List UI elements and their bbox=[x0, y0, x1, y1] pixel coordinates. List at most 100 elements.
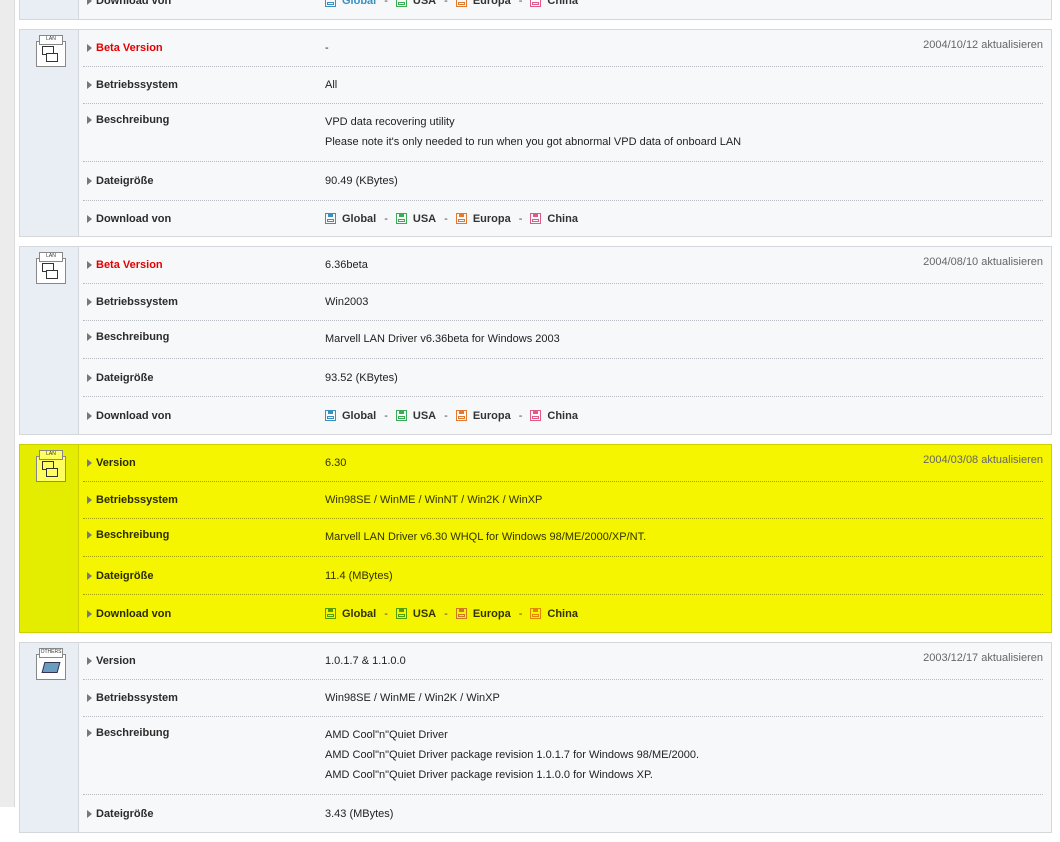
separator: - bbox=[384, 607, 388, 620]
floppy-icon bbox=[395, 608, 407, 619]
floppy-icon bbox=[530, 0, 542, 7]
description-line: AMD Cool"n"Quiet Driver package revision… bbox=[325, 749, 700, 761]
separator: - bbox=[384, 409, 388, 422]
os-row: Betriebssystem All bbox=[83, 67, 1043, 104]
separator: - bbox=[518, 212, 523, 225]
description-row: Beschreibung AMD Cool"n"Quiet Driver AMD… bbox=[83, 717, 1043, 795]
version-label: Beta Version bbox=[83, 42, 325, 54]
update-date: 2004/08/10 aktualisieren bbox=[923, 256, 1043, 268]
mirror-link-usa[interactable]: USA bbox=[413, 209, 436, 229]
description-row: Beschreibung VPD data recovering utility… bbox=[83, 104, 1043, 162]
separator: - bbox=[444, 0, 448, 7]
os-value: Win2003 bbox=[325, 296, 369, 308]
bullet-arrow-icon bbox=[87, 214, 92, 223]
description-label: Beschreibung bbox=[83, 529, 325, 541]
bullet-arrow-icon bbox=[87, 571, 92, 580]
update-date: 2004/10/12 aktualisieren bbox=[923, 39, 1043, 51]
os-value: Win98SE / WinME / WinNT / Win2K / WinXP bbox=[325, 494, 543, 506]
bullet-arrow-icon bbox=[87, 531, 92, 539]
version-row: Beta Version - 2004/10/12 aktualisieren bbox=[83, 30, 1043, 67]
mirror-link-global[interactable]: Global bbox=[342, 604, 376, 624]
driver-entry: LAN Beta Version - 2004/10/12 aktualisie… bbox=[19, 29, 1052, 237]
description-label: Beschreibung bbox=[83, 727, 325, 739]
lan-device-icon: LAN bbox=[33, 252, 67, 284]
description-value: AMD Cool"n"Quiet Driver AMD Cool"n"Quiet… bbox=[325, 725, 1043, 785]
separator: - bbox=[384, 0, 388, 7]
driver-entry-highlighted: LAN Version 6.30 2004/03/08 aktualisiere… bbox=[19, 444, 1052, 633]
mirror-link-global[interactable]: Global bbox=[342, 209, 376, 229]
filesize-label: Dateigröße bbox=[83, 570, 325, 582]
version-row: Version 1.0.1.7 & 1.1.0.0 2003/12/17 akt… bbox=[83, 643, 1043, 680]
description-line: Marvell LAN Driver v6.36beta for Windows… bbox=[325, 333, 560, 345]
entry-icon-column: LAN bbox=[20, 445, 79, 632]
description-row: Beschreibung Marvell LAN Driver v6.30 WH… bbox=[83, 519, 1043, 557]
floppy-icon bbox=[325, 410, 336, 421]
description-label: Beschreibung bbox=[83, 331, 325, 343]
bullet-arrow-icon bbox=[87, 298, 92, 306]
bullet-arrow-icon bbox=[87, 496, 92, 504]
bullet-arrow-icon bbox=[87, 0, 92, 5]
mirror-link-china[interactable]: China bbox=[547, 209, 578, 229]
update-date: 2004/03/08 aktualisieren bbox=[923, 454, 1043, 466]
separator: - bbox=[444, 607, 448, 620]
filesize-label: Dateigröße bbox=[83, 175, 325, 187]
mirror-link-global[interactable]: Global bbox=[342, 406, 376, 426]
bullet-arrow-icon bbox=[87, 333, 92, 341]
floppy-icon bbox=[325, 608, 336, 619]
description-line: AMD Cool"n"Quiet Driver package revision… bbox=[325, 769, 653, 781]
os-label: Betriebssystem bbox=[83, 692, 325, 704]
filesize-value: 11.4 (MBytes) bbox=[325, 569, 393, 582]
floppy-icon bbox=[530, 608, 542, 619]
mirror-link-europa[interactable]: Europa bbox=[473, 406, 511, 426]
separator: - bbox=[518, 409, 523, 422]
bullet-arrow-icon bbox=[87, 729, 92, 737]
description-line: AMD Cool"n"Quiet Driver bbox=[325, 729, 448, 741]
mirror-link-china[interactable]: China bbox=[547, 604, 578, 624]
driver-entry: LAN Beta Version 6.36beta 2004/08/10 akt… bbox=[19, 246, 1052, 435]
driver-entry-partial: Download von Global - USA - Europa - Chi… bbox=[19, 0, 1052, 20]
mirror-link-china[interactable]: China bbox=[547, 406, 578, 426]
lan-device-icon: LAN bbox=[33, 35, 67, 67]
description-value: Marvell LAN Driver v6.30 WHQL for Window… bbox=[325, 527, 1043, 547]
mirror-link-usa[interactable]: USA bbox=[413, 0, 436, 11]
separator: - bbox=[384, 212, 388, 225]
floppy-icon bbox=[395, 410, 407, 421]
bullet-arrow-icon bbox=[87, 694, 92, 702]
version-row: Version 6.30 2004/03/08 aktualisieren bbox=[83, 445, 1043, 482]
entry-icon-column: LAN bbox=[20, 30, 79, 236]
entry-icon-column: OTHERS bbox=[20, 643, 79, 832]
mirror-link-usa[interactable]: USA bbox=[413, 604, 436, 624]
mirror-link-global[interactable]: Global bbox=[342, 0, 376, 11]
filesize-value: 90.49 (KBytes) bbox=[325, 175, 398, 187]
os-label: Betriebssystem bbox=[83, 494, 325, 506]
bullet-arrow-icon bbox=[87, 177, 92, 185]
mirror-link-europa[interactable]: Europa bbox=[473, 209, 511, 229]
version-label: Beta Version bbox=[83, 259, 325, 271]
filesize-label: Dateigröße bbox=[83, 808, 325, 820]
filesize-row: Dateigröße 3.43 (MBytes) bbox=[83, 795, 1043, 832]
floppy-icon bbox=[455, 0, 467, 7]
mirror-link-china[interactable]: China bbox=[547, 0, 578, 11]
download-links: Global - USA - Europa - China bbox=[325, 406, 1043, 426]
mirror-link-usa[interactable]: USA bbox=[413, 406, 436, 426]
mirror-link-europa[interactable]: Europa bbox=[473, 0, 511, 11]
update-date: 2003/12/17 aktualisieren bbox=[923, 652, 1043, 664]
floppy-icon bbox=[530, 410, 542, 421]
floppy-icon bbox=[455, 410, 467, 421]
bullet-arrow-icon bbox=[87, 657, 92, 665]
download-row: Download von Global - USA - Europa - Chi… bbox=[83, 0, 1043, 19]
download-row: Download von Global - USA - Europa - Chi… bbox=[83, 201, 1043, 236]
driver-list: Download von Global - USA - Europa - Chi… bbox=[19, 0, 1052, 842]
bullet-arrow-icon bbox=[87, 116, 92, 124]
os-row: Betriebssystem Win98SE / WinME / WinNT /… bbox=[83, 482, 1043, 519]
page-left-border bbox=[0, 0, 15, 807]
version-label: Version bbox=[83, 655, 325, 667]
floppy-icon bbox=[455, 213, 467, 224]
bullet-arrow-icon bbox=[87, 373, 92, 382]
floppy-icon bbox=[395, 213, 407, 224]
download-row: Download von Global - USA - Europa - Chi… bbox=[83, 397, 1043, 434]
filesize-row: Dateigröße 90.49 (KBytes) bbox=[83, 162, 1043, 201]
bullet-arrow-icon bbox=[87, 261, 92, 269]
mirror-link-europa[interactable]: Europa bbox=[473, 604, 511, 624]
filesize-value: 93.52 (KBytes) bbox=[325, 371, 398, 384]
